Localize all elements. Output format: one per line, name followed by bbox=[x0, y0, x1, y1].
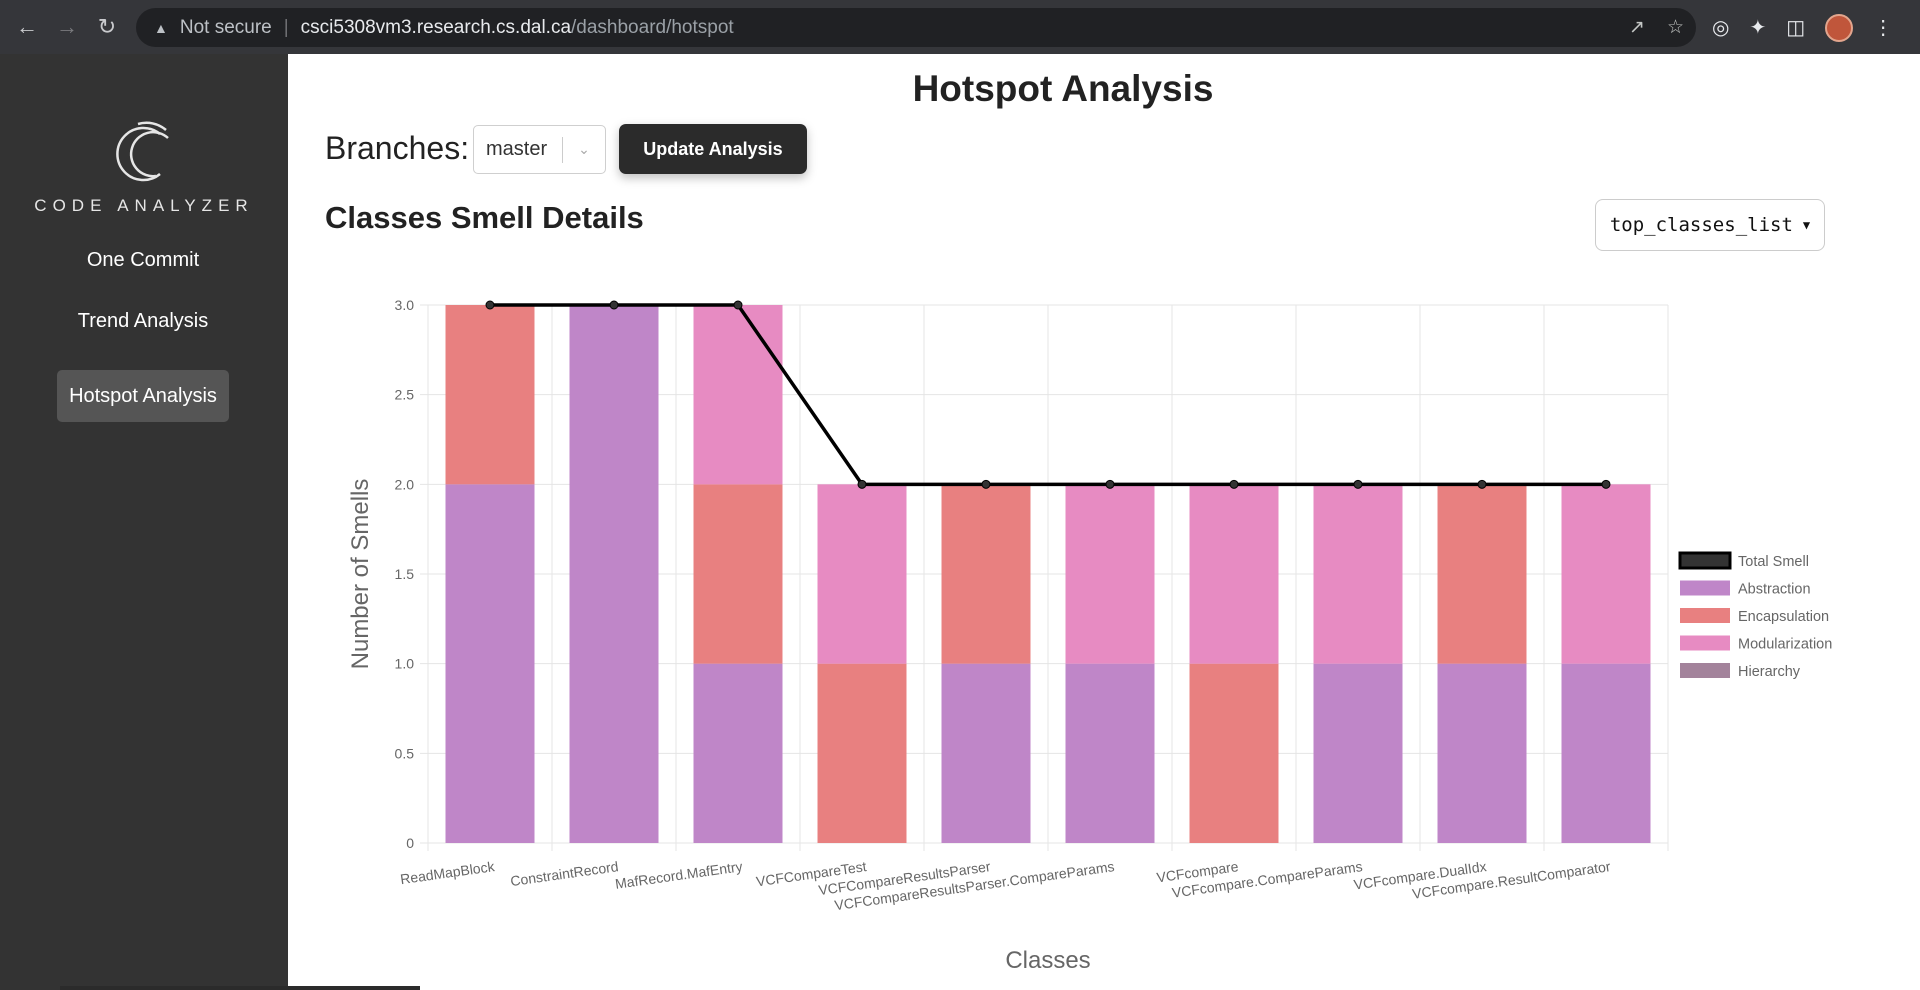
legend-swatch-hierarchy bbox=[1680, 663, 1730, 678]
warning-icon: ▲ bbox=[154, 19, 168, 36]
classes-list-select-value: top_classes_list bbox=[1609, 214, 1793, 236]
y-axis-title: Number of Smells bbox=[347, 479, 374, 670]
bar-abstraction bbox=[569, 305, 659, 843]
total-smell-point bbox=[1229, 479, 1239, 489]
logo: CODE ANALYZER bbox=[0, 118, 288, 216]
sidebar-item-one-commit[interactable]: One Commit bbox=[57, 234, 229, 286]
update-analysis-button[interactable]: Update Analysis bbox=[619, 124, 807, 174]
classes-list-select[interactable]: top_classes_list ▼ bbox=[1595, 199, 1825, 251]
smell-chart: 0 0.5 1.0 1.5 2.0 2.5 3.0 ReadMapBlock Constrain… bbox=[347, 297, 1832, 974]
total-smell-point bbox=[1105, 479, 1115, 489]
bar-encapsulation bbox=[693, 484, 783, 664]
bar-modularization bbox=[817, 484, 907, 664]
legend-swatch-modularization bbox=[1680, 635, 1730, 651]
bar-modularization bbox=[1561, 484, 1651, 664]
extension-target-icon[interactable]: ◎ bbox=[1712, 15, 1729, 40]
url-path: /dashboard/hotspot bbox=[571, 16, 734, 38]
bar-encapsulation bbox=[1437, 484, 1527, 664]
x-tick-label: ConstraintRecord bbox=[509, 858, 619, 889]
bar-abstraction bbox=[1437, 663, 1527, 843]
bar-modularization bbox=[1065, 484, 1155, 664]
bar-abstraction bbox=[1065, 663, 1155, 843]
x-tick-label: MafRecord.MafEntry bbox=[614, 858, 743, 892]
address-bar[interactable]: ▲ Not secure | csci5308vm3.research.cs.d… bbox=[136, 8, 1696, 47]
bar-modularization bbox=[693, 305, 783, 485]
legend-label: Hierarchy bbox=[1738, 664, 1801, 680]
x-tick-label: ReadMapBlock bbox=[399, 858, 496, 887]
legend-label: Total Smell bbox=[1738, 554, 1809, 570]
total-smell-point bbox=[857, 479, 867, 489]
bar-modularization bbox=[1313, 484, 1403, 664]
y-tick-label: 0 bbox=[406, 835, 414, 851]
star-icon[interactable]: ☆ bbox=[1667, 16, 1684, 39]
sidebar-item-trend-analysis[interactable]: Trend Analysis bbox=[57, 295, 229, 347]
branches-label: Branches: bbox=[325, 130, 470, 166]
chevron-down-icon[interactable]: ⌄ bbox=[563, 141, 605, 158]
address-separator: | bbox=[283, 16, 289, 38]
branch-select[interactable]: master ⌄ bbox=[473, 125, 606, 174]
legend-label: Encapsulation bbox=[1738, 609, 1829, 625]
share-icon[interactable]: ↗ bbox=[1629, 16, 1645, 39]
bar-encapsulation bbox=[941, 484, 1031, 664]
page-title: Hotspot Analysis bbox=[912, 68, 1214, 109]
total-smell-point bbox=[981, 479, 991, 489]
bar-abstraction bbox=[1313, 663, 1403, 843]
bar-modularization bbox=[1189, 484, 1279, 664]
total-smell-point bbox=[609, 300, 619, 310]
total-smell-point bbox=[1353, 479, 1363, 489]
legend-swatch-total-smell bbox=[1678, 551, 1732, 570]
menu-icon[interactable]: ⋮ bbox=[1873, 15, 1893, 40]
y-tick-label: 3.0 bbox=[395, 297, 415, 313]
total-smell-point bbox=[1477, 479, 1487, 489]
total-smell-point bbox=[1601, 479, 1611, 489]
avatar[interactable] bbox=[1825, 13, 1854, 42]
legend-swatch-abstraction bbox=[1680, 580, 1730, 596]
bar-abstraction bbox=[941, 663, 1031, 843]
section-title: Classes Smell Details bbox=[325, 200, 644, 235]
x-axis-title: Classes bbox=[1005, 947, 1090, 974]
bar-abstraction bbox=[693, 663, 783, 843]
sidebar-item-hotspot-analysis[interactable]: Hotspot Analysis bbox=[57, 370, 229, 422]
forward-icon[interactable]: → bbox=[47, 7, 87, 47]
chevron-down-icon: ▼ bbox=[1802, 218, 1811, 232]
legend-label: Abstraction bbox=[1738, 582, 1811, 598]
bar-encapsulation bbox=[817, 663, 907, 843]
y-tick-label: 2.0 bbox=[395, 476, 415, 492]
total-smell-point bbox=[733, 300, 743, 310]
back-icon[interactable]: ← bbox=[7, 7, 47, 47]
security-label: Not secure bbox=[179, 16, 272, 38]
browser-toolbar: ← → ↻ ▲ Not secure | csci5308vm3.researc… bbox=[0, 0, 1920, 54]
legend-swatch-encapsulation bbox=[1680, 608, 1730, 623]
y-tick-label: 1.0 bbox=[395, 656, 415, 672]
sidebar: CODE ANALYZER One Commit Trend Analysis … bbox=[0, 54, 288, 990]
bar-abstraction bbox=[445, 484, 535, 843]
logo-icon bbox=[116, 121, 169, 182]
y-tick-label: 2.5 bbox=[395, 387, 415, 403]
horizontal-scrollbar[interactable] bbox=[60, 986, 420, 990]
reload-icon[interactable]: ↻ bbox=[87, 7, 127, 47]
bar-encapsulation bbox=[1189, 663, 1279, 843]
y-tick-label: 1.5 bbox=[395, 566, 415, 582]
url-host: csci5308vm3.research.cs.dal.ca bbox=[300, 16, 572, 38]
branch-select-value: master bbox=[486, 138, 548, 160]
y-tick-label: 0.5 bbox=[395, 745, 415, 761]
puzzle-icon[interactable]: ✦ bbox=[1749, 15, 1766, 40]
legend-label: Modularization bbox=[1738, 637, 1832, 653]
bar-encapsulation bbox=[445, 305, 535, 485]
side-panel-icon[interactable]: ◫ bbox=[1786, 15, 1805, 40]
logo-text: CODE ANALYZER bbox=[34, 196, 254, 215]
bar-abstraction bbox=[1561, 663, 1651, 843]
total-smell-point bbox=[485, 300, 495, 310]
